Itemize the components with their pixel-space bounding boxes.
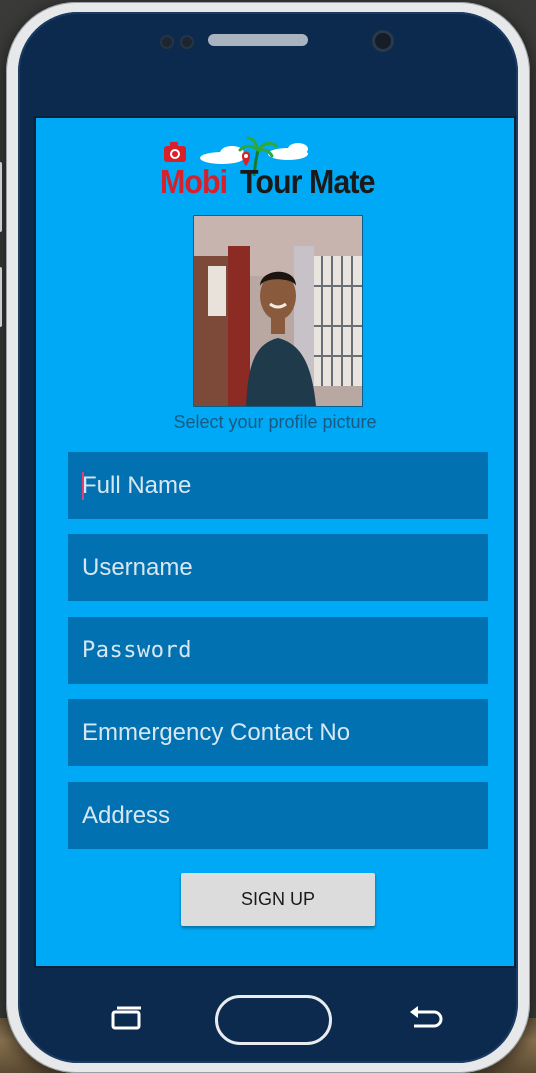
logo-word-mobi: Mobi [160, 163, 228, 200]
back-arrow-icon[interactable] [406, 1004, 446, 1032]
emergency-contact-input[interactable]: Emmergency Contact No [68, 699, 488, 766]
app-logo: Mobi Tour Mate [160, 136, 400, 202]
username-placeholder: Username [82, 554, 193, 581]
profile-picture[interactable] [194, 216, 362, 406]
power-button [0, 267, 2, 327]
volume-button [0, 162, 2, 232]
logo-word-tour-mate: Tour Mate [240, 163, 375, 200]
password-input[interactable]: Password [68, 617, 488, 684]
recents-icon[interactable] [110, 1004, 144, 1032]
password-placeholder: Password [82, 638, 192, 663]
logo-text: Mobi Tour Mate [160, 162, 375, 202]
address-input[interactable]: Address [68, 782, 488, 849]
sign-up-button[interactable]: SIGN UP [181, 873, 375, 926]
address-placeholder: Address [82, 802, 171, 829]
profile-picture-caption[interactable]: Select your profile picture [36, 412, 514, 433]
light-sensor [180, 35, 194, 49]
text-cursor [82, 472, 84, 500]
emergency-contact-placeholder: Emmergency Contact No [82, 719, 351, 746]
earpiece-speaker [208, 34, 308, 46]
proximity-sensor [160, 35, 174, 49]
home-button[interactable] [215, 995, 332, 1045]
username-input[interactable]: Username [68, 534, 488, 601]
full-name-placeholder: Full Name [82, 472, 192, 499]
app-screen: Mobi Tour Mate Select your profile pictur… [34, 116, 516, 968]
full-name-input[interactable]: Full Name [68, 452, 488, 519]
front-camera [372, 30, 394, 52]
